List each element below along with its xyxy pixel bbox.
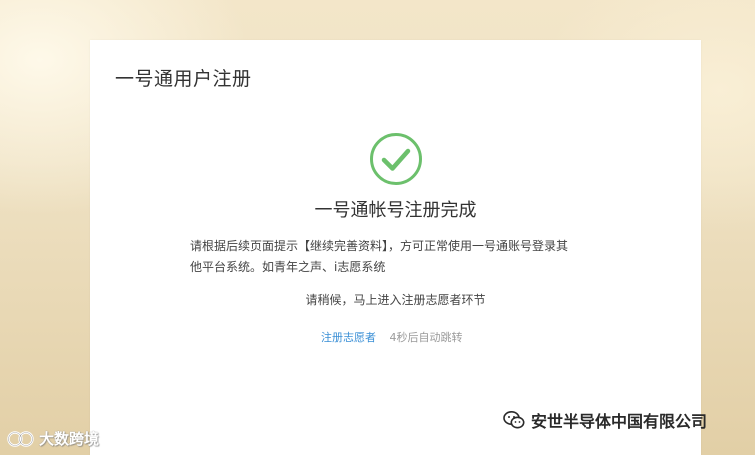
instruction-line-2: 他平台系统。如青年之声、i志愿系统 — [190, 260, 386, 274]
wait-message: 请稍候，马上进入注册志愿者环节 — [305, 293, 486, 307]
register-volunteer-link[interactable]: 注册志愿者 — [321, 331, 376, 344]
page-title: 一号通用户注册 — [115, 68, 252, 90]
watermark-brand-text: 大数跨境 — [39, 430, 100, 448]
watermark-company-text: 安世半导体中国有限公司 — [531, 412, 708, 431]
registration-panel: 一号通用户注册 一号通帐号注册完成 请根据后续页面提示【继续完善资料】，方可正常… — [90, 40, 701, 455]
watermark-company: 安世半导体中国有限公司 — [503, 408, 707, 432]
brand-logo-icon — [7, 430, 34, 447]
check-circle-icon — [370, 133, 422, 185]
wechat-icon — [503, 411, 525, 429]
redirect-actions: 注册志愿者 4秒后自动跳转 — [321, 329, 463, 345]
instruction-text: 请根据后续页面提示【继续完善资料】，方可正常使用一号通账号登录其 他平台系统。如… — [190, 236, 608, 278]
watermark-brand: 大数跨境 — [6, 428, 99, 449]
success-title: 一号通帐号注册完成 — [314, 200, 477, 221]
instruction-line-1: 请根据后续页面提示【继续完善资料】，方可正常使用一号通账号登录其 — [190, 239, 569, 253]
redirect-countdown: 4秒后自动跳转 — [389, 331, 463, 344]
